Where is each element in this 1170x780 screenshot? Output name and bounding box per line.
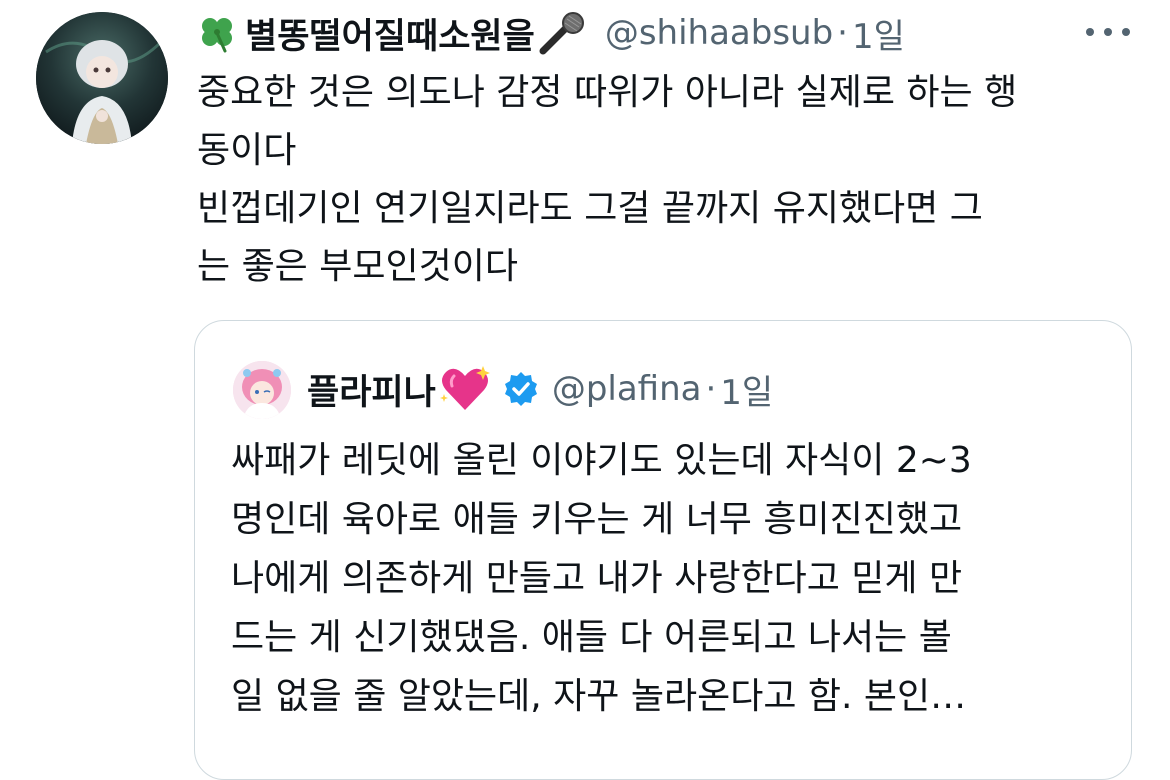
tweet-text-line: 빈껍데기인 연기일지라도 그걸 끝까지 유지했다면 그	[197, 188, 983, 229]
quoted-author-display-name[interactable]: 플라피나	[307, 364, 436, 415]
quoted-text-line: 드는 게 신기했댔음. 애들 다 어른되고 나서는 볼	[231, 617, 952, 658]
sparkling-heart-icon	[438, 364, 492, 414]
verified-badge-icon[interactable]	[502, 370, 540, 408]
more-options-icon[interactable]	[1082, 22, 1134, 42]
quoted-avatar-image	[233, 361, 291, 419]
quoted-text-line: 싸패가 레딧에 올린 이야기도 있는데 자식이 2~3	[231, 440, 972, 481]
four-leaf-clover-icon	[197, 13, 237, 53]
tweet-header: 별똥떨어질때소원을 @shihaabsub · 1일	[197, 6, 905, 60]
tweet-body: 중요한 것은 의도나 감정 따위가 아니라 실제로 하는 행 동이다 빈껍데기인…	[197, 64, 1147, 296]
quoted-tweet-body: 싸패가 레딧에 올린 이야기도 있는데 자식이 2~3 명인데 육아로 애들 키…	[231, 431, 1111, 726]
author-display-name[interactable]: 별똥떨어질때소원을	[245, 8, 535, 59]
author-handle[interactable]: @shihaabsub	[605, 13, 833, 53]
tweet-text-line: 동이다	[197, 130, 297, 171]
separator-dot: ·	[837, 13, 848, 53]
tweet-text-line: 는 좋은 부모인것이다	[197, 246, 518, 287]
quoted-author-avatar[interactable]	[233, 361, 291, 419]
quoted-tweet-header: 플라피나 @plafina · 1일	[307, 359, 773, 419]
microphone-icon	[537, 11, 589, 55]
quoted-author-handle[interactable]: @plafina	[552, 369, 702, 409]
quoted-text-line: 명인데 육아로 애들 키우는 게 너무 흥미진진했고	[231, 499, 963, 540]
quoted-tweet-timestamp[interactable]: 1일	[720, 365, 773, 414]
quoted-text-line: 일 없을 줄 알았는데, 자꾸 놀라온다고 함. 본인…	[231, 676, 967, 717]
quoted-tweet-card[interactable]: 플라피나 @plafina · 1일 싸패가 레딧에 올린 이야기도 있는데 자…	[194, 320, 1132, 780]
quoted-text-line: 나에게 의존하게 만들고 내가 사랑한다고 믿게 만	[231, 558, 963, 599]
tweet-timestamp[interactable]: 1일	[852, 9, 905, 58]
tweet-text-line: 중요한 것은 의도나 감정 따위가 아니라 실제로 하는 행	[197, 72, 1018, 113]
separator-dot: ·	[705, 369, 717, 409]
avatar-image	[36, 12, 168, 144]
author-avatar[interactable]	[36, 12, 168, 144]
